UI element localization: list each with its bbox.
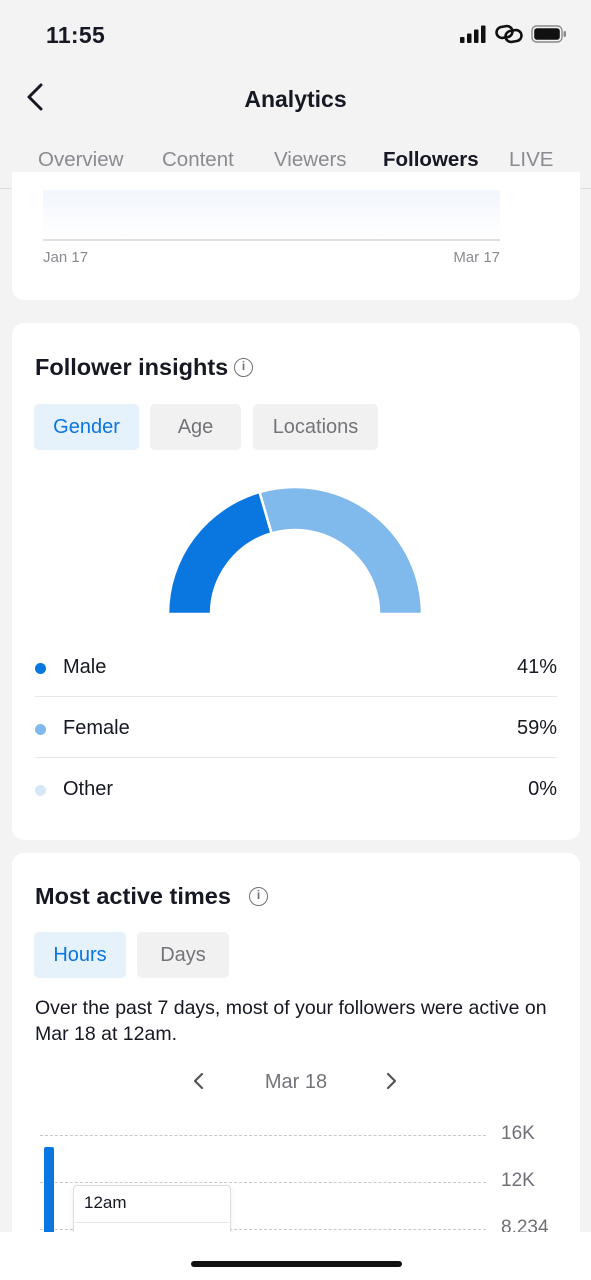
filter-days[interactable]: Days	[137, 932, 229, 978]
tab-viewers[interactable]: Viewers	[274, 148, 347, 172]
legend-label: Other	[63, 778, 114, 800]
most-active-times-title: Most active times	[35, 883, 231, 909]
legend-dot-other	[35, 785, 46, 796]
legend-value: 41%	[516, 656, 557, 678]
tab-overview[interactable]: Overview	[38, 148, 123, 172]
legend-value: 0%	[528, 778, 557, 800]
link-icon	[495, 24, 523, 49]
follower-insights-card: Follower insights i Gender Age Locations…	[12, 323, 580, 840]
status-time: 11:55	[46, 22, 106, 48]
tab-live[interactable]: LIVE	[509, 148, 553, 172]
female-slice	[258, 486, 423, 616]
tab-followers[interactable]: Followers	[383, 148, 479, 172]
tooltip-label: 12am	[84, 1193, 127, 1212]
chart-start-date: Jan 17	[43, 249, 89, 266]
selected-date: Mar 18	[264, 1071, 328, 1093]
grid-line	[40, 1182, 486, 1183]
info-icon[interactable]: i	[234, 358, 253, 377]
page-title: Analytics	[244, 86, 347, 112]
legend-dot-male	[35, 663, 46, 674]
legend-item-female: Female 59%	[35, 697, 557, 758]
home-indicator	[191, 1261, 402, 1267]
chart-baseline	[43, 239, 500, 241]
gender-donut-chart	[167, 486, 423, 616]
followers-chart-area	[43, 190, 500, 240]
legend-label: Male	[63, 656, 107, 678]
legend-dot-female	[35, 724, 46, 735]
filter-hours[interactable]: Hours	[34, 932, 126, 978]
info-icon[interactable]: i	[249, 887, 268, 906]
filter-locations[interactable]: Locations	[253, 404, 378, 450]
next-date-button[interactable]	[379, 1070, 405, 1096]
active-times-summary: Over the past 7 days, most of your follo…	[35, 997, 547, 1045]
followers-chart-card: Jan 17 Mar 17	[12, 172, 580, 300]
navigation-header: Analytics	[0, 70, 591, 130]
chevron-right-icon	[386, 1072, 398, 1095]
bottom-safe-area	[0, 1232, 591, 1280]
date-navigator: Mar 18	[12, 1068, 580, 1098]
tab-content[interactable]: Content	[162, 148, 234, 172]
follower-insights-title: Follower insights	[35, 354, 229, 380]
status-bar: 11:55	[0, 0, 591, 70]
chart-end-date: Mar 17	[453, 249, 500, 266]
most-active-times-card: Most active times i Hours Days Over the …	[12, 853, 580, 1280]
cellular-signal-icon	[460, 25, 487, 48]
filter-gender[interactable]: Gender	[34, 404, 139, 450]
y-tick-label: 16K	[501, 1123, 535, 1144]
status-icons	[460, 24, 567, 49]
filter-age[interactable]: Age	[150, 404, 241, 450]
male-slice	[167, 490, 274, 616]
grid-line	[40, 1135, 486, 1136]
legend-value: 59%	[516, 717, 557, 739]
y-tick-label: 12K	[501, 1170, 535, 1191]
legend-item-male: Male 41%	[35, 636, 557, 697]
tooltip-divider	[74, 1222, 230, 1223]
legend-label: Female	[63, 717, 130, 739]
legend-item-other: Other 0%	[35, 758, 557, 819]
battery-icon	[531, 25, 567, 48]
